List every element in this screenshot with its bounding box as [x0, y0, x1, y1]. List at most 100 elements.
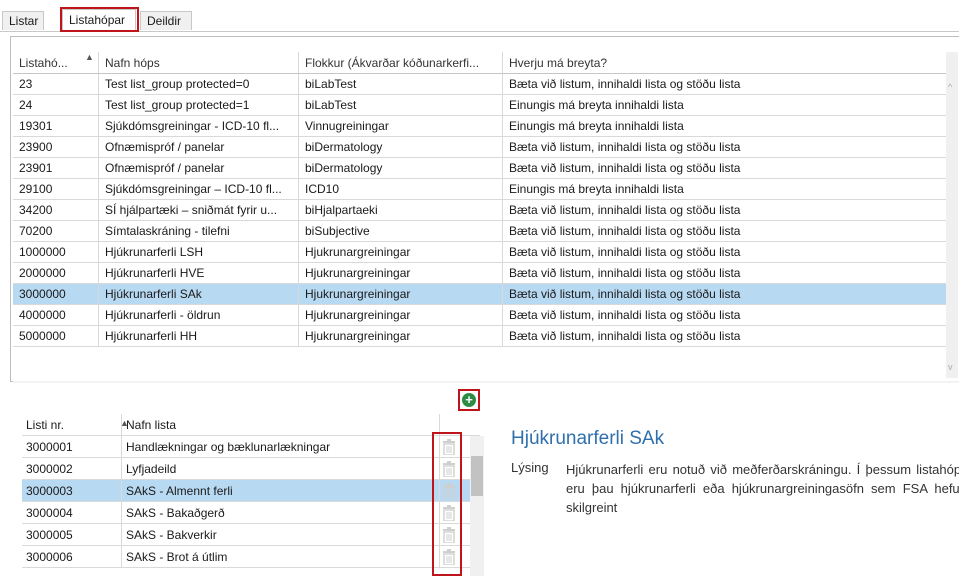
- table-cell: Bæta við listum, innihaldi lista og stöð…: [503, 200, 948, 220]
- table-cell: Bæta við listum, innihaldi lista og stöð…: [503, 305, 948, 325]
- table-cell: biLabTest: [299, 74, 503, 94]
- table-cell: biDermatology: [299, 158, 503, 178]
- table-row[interactable]: 23901 Ofnæmispróf / panelar biDermatology B…: [13, 158, 948, 179]
- table-cell: Hjúkrunarferli - öldrun: [99, 305, 299, 325]
- table-cell: 34200: [13, 200, 99, 220]
- table-cell: Sjúkdómsgreiningar – ICD-10 fl...: [99, 179, 299, 199]
- table-row[interactable]: 34200 SÍ hjálpartæki – sniðmát fyrir u...…: [13, 200, 948, 221]
- column-header[interactable]: Listi nr.: [22, 414, 122, 435]
- table-cell: Ofnæmispróf / panelar: [99, 158, 299, 178]
- add-list-button[interactable]: +: [458, 389, 480, 411]
- list-cell: SAkS - Bakaðgerð: [122, 502, 440, 523]
- list-cell: Lyfjadeild: [122, 458, 440, 479]
- lists-scrollbar[interactable]: [470, 436, 484, 576]
- list-item[interactable]: 3000001 Handlækningar og bæklunarlækninga…: [22, 436, 480, 458]
- table-cell: Hjukrunargreiningar: [299, 242, 503, 262]
- scroll-up-icon[interactable]: ^: [948, 82, 952, 92]
- table-cell: ICD10: [299, 179, 503, 199]
- table-cell: Bæta við listum, innihaldi lista og stöð…: [503, 326, 948, 346]
- table-cell: 23901: [13, 158, 99, 178]
- table-cell: biSubjective: [299, 221, 503, 241]
- group-title: Hjúkrunarferli SAk: [511, 428, 665, 449]
- table-cell: Hjukrunargreiningar: [299, 263, 503, 283]
- table-cell: 5000000: [13, 326, 99, 346]
- sort-ascending-icon: ▲: [85, 52, 94, 62]
- list-cell: 3000002: [22, 458, 122, 479]
- column-header[interactable]: Nafn hóps: [99, 52, 299, 73]
- table-cell: Einungis má breyta innihaldi lista: [503, 179, 948, 199]
- list-item[interactable]: 3000006 SAkS - Brot á útlim: [22, 546, 480, 568]
- lists-header-row: Listi nr. Nafn lista ▲: [22, 414, 480, 436]
- table-cell: 2000000: [13, 263, 99, 283]
- list-cell: SAkS - Brot á útlim: [122, 546, 440, 567]
- table-cell: 19301: [13, 116, 99, 136]
- table-row[interactable]: 1000000 Hjúkrunarferli LSH Hjukrunargreini…: [13, 242, 948, 263]
- table-cell: Bæta við listum, innihaldi lista og stöð…: [503, 158, 948, 178]
- list-cell: 3000001: [22, 436, 122, 457]
- list-item[interactable]: 3000003 SAkS - Almennt ferli: [22, 480, 480, 502]
- table-cell: 1000000: [13, 242, 99, 262]
- list-item[interactable]: 3000002 Lyfjadeild: [22, 458, 480, 480]
- table-cell: Bæta við listum, innihaldi lista og stöð…: [503, 242, 948, 262]
- table-cell: 23900: [13, 137, 99, 157]
- highlight-delete-column: [432, 432, 462, 576]
- column-header[interactable]: Hverju má breyta?: [503, 52, 948, 73]
- table-row[interactable]: 4000000 Hjúkrunarferli - öldrun Hjukrunarg…: [13, 305, 948, 326]
- table-row[interactable]: 29100 Sjúkdómsgreiningar – ICD-10 fl... IC…: [13, 179, 948, 200]
- table-cell: biDermatology: [299, 137, 503, 157]
- column-header[interactable]: Nafn lista: [122, 414, 440, 435]
- list-cell: SAkS - Almennt ferli: [122, 480, 440, 501]
- table-cell: Test list_group protected=1: [99, 95, 299, 115]
- table-row[interactable]: 23 Test list_group protected=0 biLabTest Bæ…: [13, 74, 948, 95]
- list-cell: 3000005: [22, 524, 122, 545]
- table-cell: 23: [13, 74, 99, 94]
- table-row[interactable]: 23900 Ofnæmispróf / panelar biDermatology B…: [13, 137, 948, 158]
- groups-scrollbar[interactable]: ^ v: [946, 52, 958, 378]
- description-label: Lýsing: [511, 460, 549, 475]
- list-item[interactable]: 3000004 SAkS - Bakaðgerð: [22, 502, 480, 524]
- table-cell: 29100: [13, 179, 99, 199]
- table-cell: Bæta við listum, innihaldi lista og stöð…: [503, 221, 948, 241]
- tab-deildir[interactable]: Deildir: [140, 11, 192, 30]
- table-row[interactable]: 3000000 Hjúkrunarferli SAk Hjukrunargreini…: [13, 284, 948, 305]
- table-cell: Vinnugreiningar: [299, 116, 503, 136]
- table-cell: Hjukrunargreiningar: [299, 305, 503, 325]
- table-cell: Einungis má breyta innihaldi lista: [503, 95, 948, 115]
- table-row[interactable]: 2000000 Hjúkrunarferli HVE Hjukrunargreini…: [13, 263, 948, 284]
- scroll-thumb[interactable]: [471, 456, 483, 496]
- table-cell: Hjúkrunarferli HH: [99, 326, 299, 346]
- table-cell: Símtalaskráning - tilefni: [99, 221, 299, 241]
- scroll-down-icon[interactable]: v: [948, 362, 953, 372]
- table-cell: Hjukrunargreiningar: [299, 284, 503, 304]
- table-row[interactable]: 5000000 Hjúkrunarferli HH Hjukrunargreinin…: [13, 326, 948, 347]
- table-row[interactable]: 70200 Símtalaskráning - tilefni biSubjecti…: [13, 221, 948, 242]
- table-cell: 70200: [13, 221, 99, 241]
- table-row[interactable]: 24 Test list_group protected=1 biLabTest Ei…: [13, 95, 948, 116]
- groups-header-row: Listahó... ▲ Nafn hóps Flokkur (Ákvarðar kó…: [13, 52, 948, 74]
- tab-listahopar[interactable]: Listahópar: [62, 9, 136, 30]
- tab-bar: Listar Listahópar Deildir: [0, 9, 959, 32]
- table-cell: Hjúkrunarferli SAk: [99, 284, 299, 304]
- splitter[interactable]: [13, 381, 959, 383]
- table-cell: 3000000: [13, 284, 99, 304]
- table-cell: Einungis má breyta innihaldi lista: [503, 116, 948, 136]
- table-cell: Bæta við listum, innihaldi lista og stöð…: [503, 74, 948, 94]
- plus-circle-icon: +: [462, 393, 476, 407]
- table-cell: 24: [13, 95, 99, 115]
- table-cell: biLabTest: [299, 95, 503, 115]
- list-cell: SAkS - Bakverkir: [122, 524, 440, 545]
- list-cell: 3000006: [22, 546, 122, 567]
- list-item[interactable]: 3000005 SAkS - Bakverkir: [22, 524, 480, 546]
- column-header[interactable]: Flokkur (Ákvarðar kóðunarkerfi...: [299, 52, 503, 73]
- table-cell: Ofnæmispróf / panelar: [99, 137, 299, 157]
- description-text: Hjúkrunarferli eru notuð við meðferðarsk…: [566, 462, 959, 515]
- table-cell: Test list_group protected=0: [99, 74, 299, 94]
- tab-listar[interactable]: Listar: [2, 11, 44, 30]
- list-cell: 3000003: [22, 480, 122, 501]
- table-cell: Sjúkdómsgreiningar - ICD-10 fl...: [99, 116, 299, 136]
- table-row[interactable]: 19301 Sjúkdómsgreiningar - ICD-10 fl... Vi…: [13, 116, 948, 137]
- table-cell: 4000000: [13, 305, 99, 325]
- table-cell: Bæta við listum, innihaldi lista og stöð…: [503, 284, 948, 304]
- table-cell: biHjalpartaeki: [299, 200, 503, 220]
- table-cell: Bæta við listum, innihaldi lista og stöð…: [503, 263, 948, 283]
